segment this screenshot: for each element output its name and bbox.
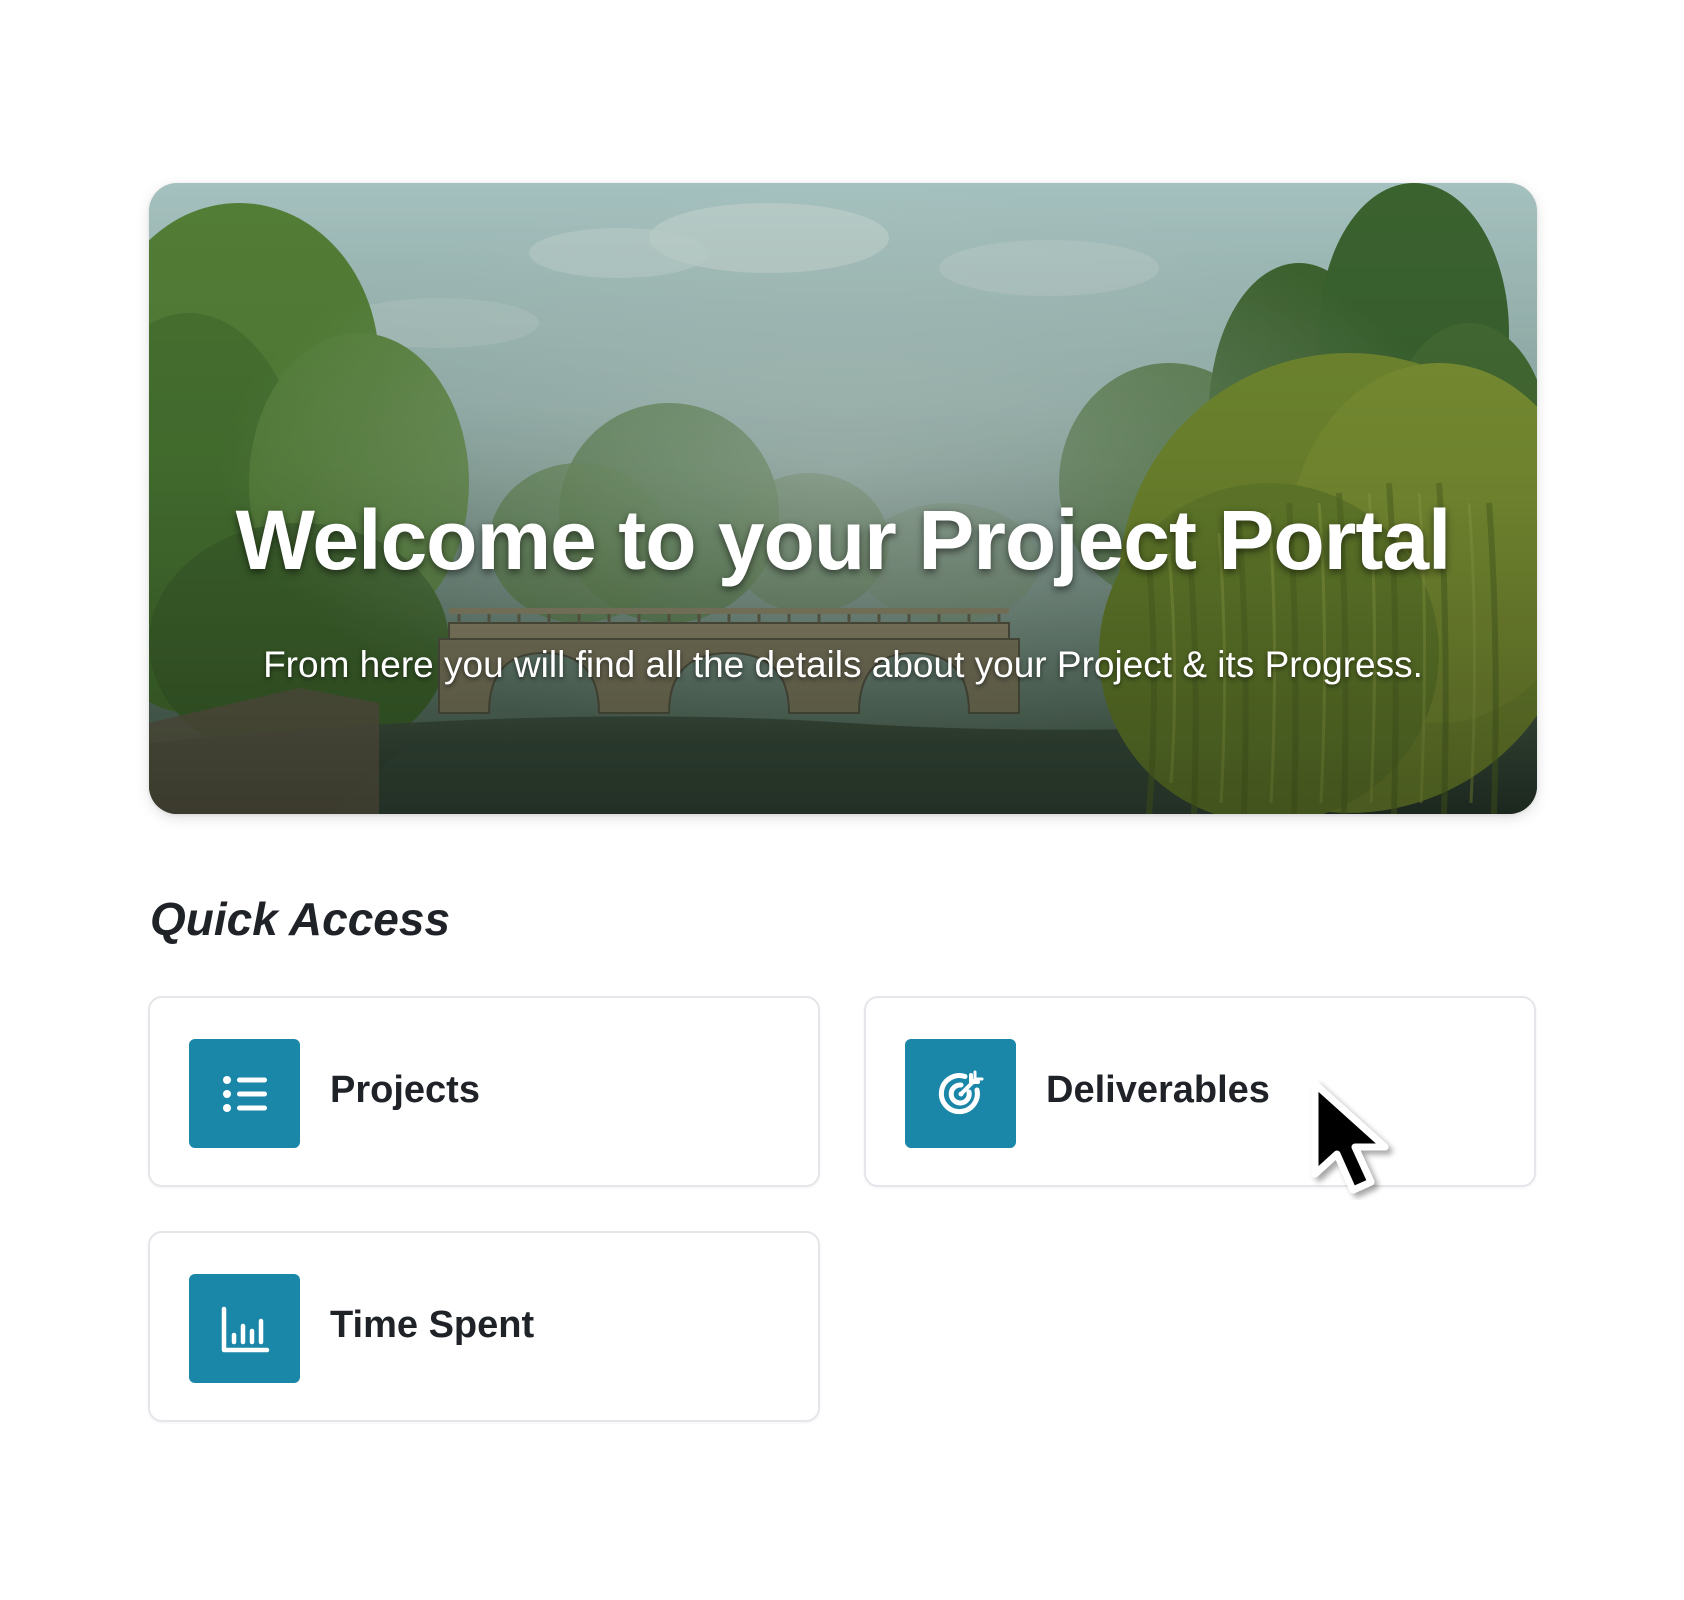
hero-subtitle: From here you will find all the details …	[263, 644, 1423, 685]
time-spent-label: Time Spent	[330, 1304, 535, 1346]
projects-label: Projects	[330, 1069, 480, 1111]
hero-banner: Welcome to your Project Portal From here…	[149, 183, 1537, 814]
hero-title: Welcome to your Project Portal	[235, 493, 1452, 587]
target-icon	[905, 1039, 1016, 1148]
projects-card[interactable]: Projects	[148, 996, 820, 1187]
deliverables-card[interactable]: Deliverables	[864, 996, 1536, 1187]
list-icon	[189, 1039, 300, 1148]
time-spent-card[interactable]: Time Spent	[148, 1231, 820, 1422]
deliverables-label: Deliverables	[1046, 1069, 1270, 1111]
bar-chart-icon	[189, 1274, 300, 1383]
quick-access-title: Quick Access	[150, 893, 451, 945]
